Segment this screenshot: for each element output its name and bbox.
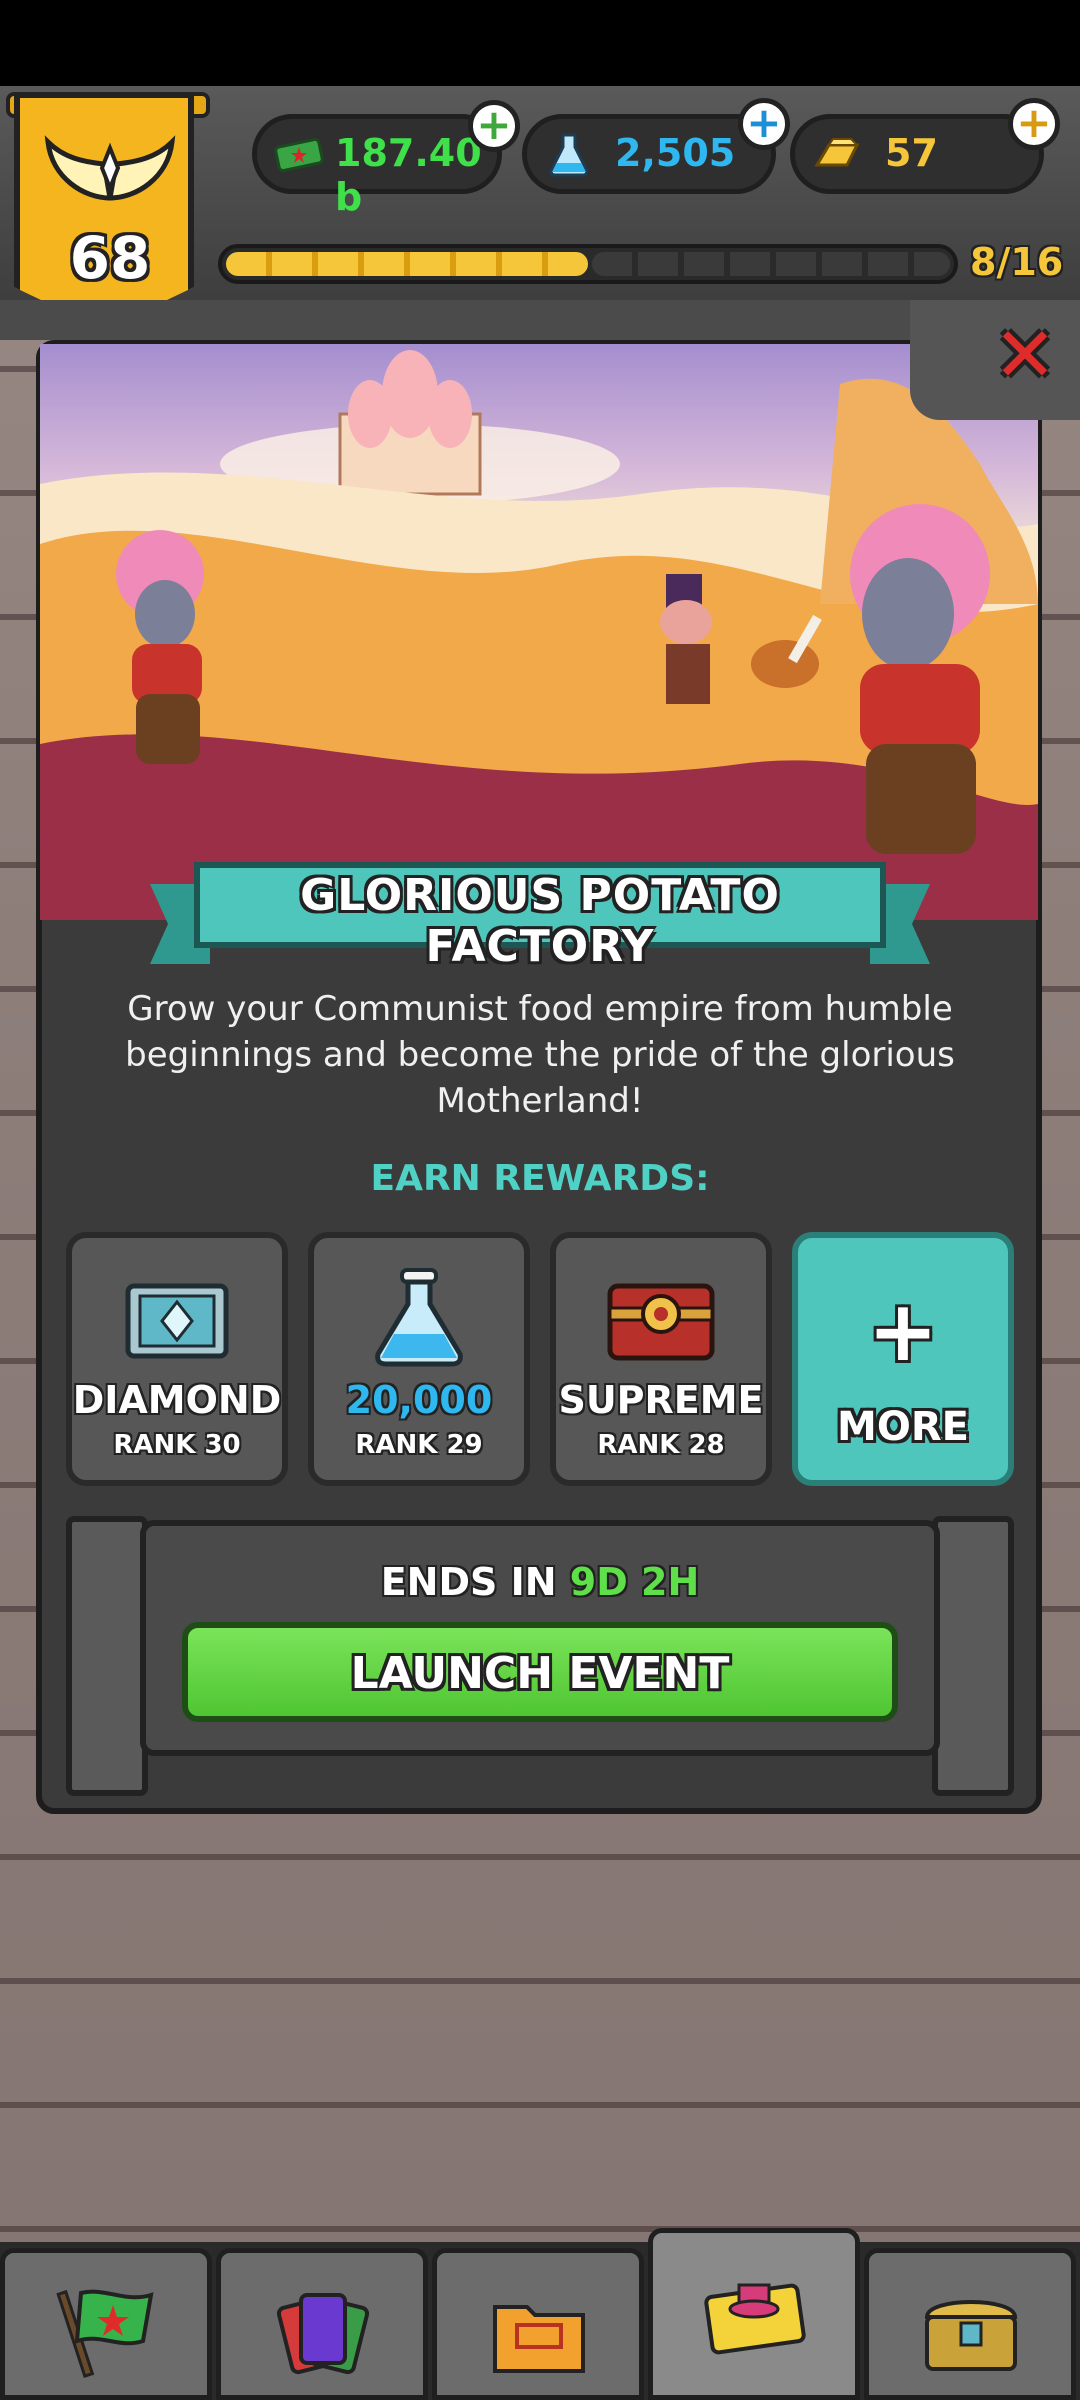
supreme-crate-icon	[607, 1283, 715, 1361]
launch-event-label: LAUNCH EVENT	[350, 1648, 730, 1699]
reward-name: SUPREME	[558, 1378, 764, 1422]
reward-rank: RANK 29	[355, 1430, 483, 1460]
launch-event-button[interactable]: LAUNCH EVENT	[182, 1622, 898, 1722]
more-label: MORE	[837, 1404, 969, 1450]
folder-icon	[493, 2305, 585, 2373]
event-title: GLORIOUS POTATO FACTORY	[300, 870, 780, 972]
cash-icon	[274, 137, 324, 173]
add-gold-button[interactable]: +	[1008, 98, 1060, 150]
gold-counter[interactable]: 57	[790, 114, 1044, 194]
event-illustration	[40, 344, 1038, 920]
diamond-crate-icon	[125, 1283, 229, 1359]
rank-badge[interactable]: 68	[14, 92, 194, 330]
reward-name: 20,000	[345, 1378, 493, 1422]
palace-icon	[338, 350, 482, 496]
add-science-button[interactable]: +	[738, 98, 790, 150]
event-ticket-icon	[704, 2283, 806, 2355]
cash-value: 187.40 b	[335, 131, 482, 219]
reward-name: DIAMOND	[72, 1378, 282, 1422]
event-description: Grow your Communist food empire from hum…	[125, 989, 955, 1121]
reward-card-rank-30[interactable]: DIAMOND RANK 30	[66, 1232, 288, 1486]
nav-tab-cards[interactable]	[216, 2248, 428, 2400]
reward-card-rank-28[interactable]: SUPREME RANK 28	[550, 1232, 772, 1486]
post-left	[66, 1516, 148, 1796]
ends-in-hours: 2H	[641, 1560, 700, 1604]
nav-tab-folder[interactable]	[432, 2248, 644, 2400]
candy-land-scene	[40, 350, 1038, 920]
cards-icon	[276, 2293, 370, 2375]
nav-tab-flag[interactable]	[0, 2248, 212, 2400]
ends-in-label: ENDS IN	[380, 1560, 557, 1604]
xp-progress-fill	[226, 252, 588, 276]
cash-counter[interactable]: 187.40 b	[252, 114, 502, 219]
science-value: 2,505	[615, 131, 736, 175]
flask-icon	[549, 133, 589, 177]
reward-rank: RANK 28	[597, 1430, 725, 1460]
ends-in-timer: ENDS IN 9D 2H	[0, 1560, 1080, 1604]
gold-value: 57	[885, 131, 938, 175]
nav-tab-events[interactable]	[648, 2228, 860, 2400]
plus-icon: +	[867, 1282, 939, 1380]
nav-tab-chest[interactable]	[864, 2248, 1076, 2400]
add-cash-button[interactable]: +	[468, 100, 520, 152]
xp-progress-empty	[592, 252, 950, 276]
reward-rank: RANK 30	[113, 1430, 241, 1460]
gold-bar-icon	[814, 138, 860, 167]
status-bar	[0, 0, 1080, 86]
xp-counter: 8/16	[970, 240, 1064, 284]
treasure-chest-icon	[924, 2300, 1018, 2371]
more-rewards-button[interactable]: + MORE	[792, 1232, 1014, 1486]
ends-in-days: 9D	[569, 1560, 628, 1604]
rank-number: 68	[69, 224, 151, 292]
reward-card-rank-29[interactable]: 20,000 RANK 29	[308, 1232, 530, 1486]
character-right	[850, 504, 990, 854]
science-flask-icon	[375, 1268, 463, 1367]
earn-rewards-label: EARN REWARDS:	[370, 1158, 710, 1199]
wings-icon	[44, 135, 176, 201]
xp-progress-bar	[218, 244, 958, 284]
close-button[interactable]: ✕	[990, 317, 1060, 393]
post-right	[932, 1516, 1014, 1796]
flag-icon	[56, 2289, 154, 2378]
